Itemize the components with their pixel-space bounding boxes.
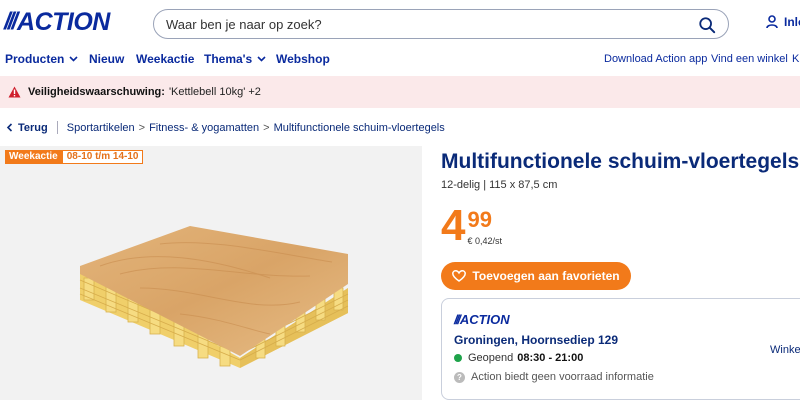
back-link[interactable]: Terug	[6, 122, 48, 134]
breadcrumb-sportartikelen[interactable]: Sportartikelen	[67, 122, 135, 134]
nav-weekactie[interactable]: Weekactie	[136, 52, 194, 66]
store-hours: 08:30 - 21:00	[517, 352, 584, 364]
warning-icon	[8, 86, 21, 98]
header: /// ACTION Inloggen	[0, 0, 800, 46]
store-opening-status: Geopend 08:30 - 21:00	[454, 352, 583, 364]
heart-icon	[452, 270, 467, 282]
warning-text: 'Kettlebell 10kg' +2	[168, 86, 261, 98]
store-status: Geopend	[468, 352, 514, 364]
store-address: Groningen, Hoornsediep 129	[454, 333, 619, 347]
open-status-dot	[454, 354, 462, 362]
search-icon[interactable]	[698, 16, 716, 34]
store-card: /// ACTION Groningen, Hoornsediep 129 Ge…	[441, 298, 800, 400]
nav-label: Weekactie	[136, 52, 195, 66]
stock-info-text: Action biedt geen voorraad informatie	[471, 371, 654, 383]
nav-label: Producten	[5, 52, 65, 66]
badge-dates: 08-10 t/m 14-10	[61, 150, 144, 164]
info-icon: ?	[454, 371, 465, 383]
action-logo[interactable]: /// ACTION	[4, 7, 110, 36]
weekactie-badge: Weekactie 08-10 t/m 14-10	[5, 150, 144, 164]
product-price: 4 99 € 0,42/st	[441, 204, 502, 248]
nav-themas[interactable]: Thema's	[204, 52, 266, 66]
warning-title: Veiligheidswaarschuwing:	[28, 86, 165, 98]
breadcrumb: Terug Sportartikelen > Fitness- & yogama…	[6, 121, 445, 134]
unit-price: € 0,42/st	[467, 236, 503, 246]
stock-info: ? Action biedt geen voorraad informatie	[454, 371, 654, 383]
product-title: Multifunctionele schuim-vloertegels	[441, 150, 800, 173]
favorite-button-label: Toevoegen aan favorieten	[472, 269, 620, 283]
search-input[interactable]	[166, 16, 728, 32]
nav-label: Thema's	[204, 52, 253, 66]
chevron-down-icon	[257, 56, 266, 62]
chevron-down-icon	[69, 56, 78, 62]
add-to-favorites-button[interactable]: Toevoegen aan favorieten	[441, 262, 631, 290]
store-logo-text: ACTION	[459, 312, 510, 327]
nav-klantenservice[interactable]: Kl	[792, 53, 800, 65]
price-decimals: 99	[467, 207, 492, 232]
breadcrumb-divider	[56, 121, 58, 134]
search-bar[interactable]	[153, 9, 729, 39]
safety-warning-banner[interactable]: Veiligheidswaarschuwing: 'Kettlebell 10k…	[0, 76, 800, 108]
product-image[interactable]	[70, 218, 360, 368]
nav-nieuw[interactable]: Nieuw	[89, 52, 124, 66]
back-label: Terug	[18, 121, 48, 134]
change-store-link[interactable]: Winke	[770, 344, 800, 356]
nav-find-store[interactable]: Vind een winkel	[711, 53, 788, 65]
nav-label: Nieuw	[89, 52, 125, 66]
main-nav: Producten Nieuw Weekactie Thema's Websho…	[0, 46, 800, 74]
product-subtitle: 12-delig | 115 x 87,5 cm	[441, 179, 558, 191]
breadcrumb-current: Multifunctionele schuim-vloertegels	[273, 121, 445, 134]
price-integer: 4	[441, 201, 466, 250]
nav-producten[interactable]: Producten	[5, 52, 78, 66]
nav-webshop[interactable]: Webshop	[276, 52, 330, 66]
login-link[interactable]: Inloggen	[766, 15, 800, 29]
store-logo: /// ACTION	[454, 312, 510, 327]
nav-label: Webshop	[276, 52, 330, 66]
badge-label: Weekactie	[5, 150, 62, 164]
store-logo-slashes: ///	[454, 312, 461, 327]
login-label: Inloggen	[784, 15, 800, 29]
breadcrumb-fitness[interactable]: Fitness- & yogamatten	[149, 122, 259, 134]
breadcrumb-separator: >	[138, 121, 146, 134]
logo-slashes: ///	[4, 8, 18, 35]
nav-download-app[interactable]: Download Action app	[604, 53, 707, 65]
chevron-left-icon	[6, 123, 13, 132]
breadcrumb-separator: >	[263, 121, 270, 134]
logo-text: ACTION	[17, 7, 110, 36]
user-icon	[766, 15, 778, 29]
